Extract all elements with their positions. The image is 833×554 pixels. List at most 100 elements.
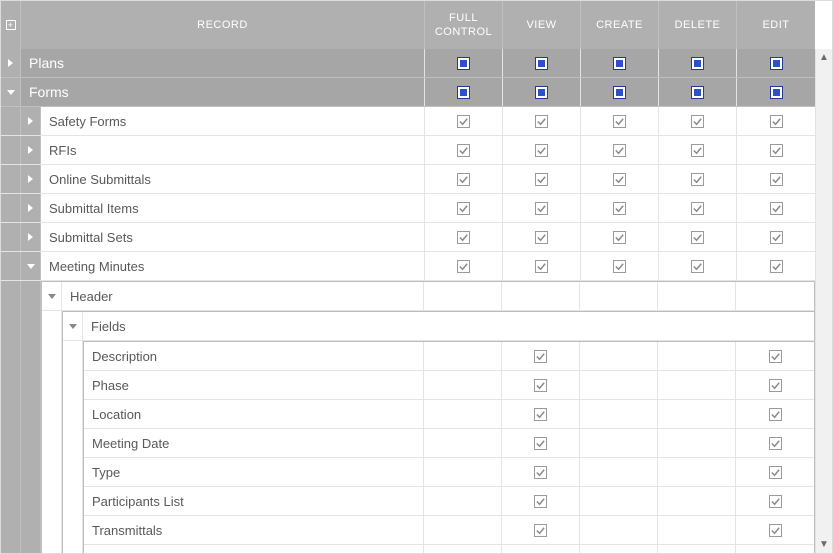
perm-create[interactable] — [580, 400, 658, 428]
perm-edit[interactable] — [736, 458, 814, 486]
perm-view[interactable] — [503, 49, 581, 77]
perm-delete[interactable] — [659, 252, 737, 280]
perm-create[interactable] — [580, 429, 658, 457]
perm-view[interactable] — [503, 223, 581, 251]
perm-edit[interactable] — [737, 194, 815, 222]
perm-edit[interactable] — [737, 49, 815, 77]
perm-full-control[interactable] — [425, 78, 503, 106]
perm-create[interactable] — [581, 194, 659, 222]
perm-create[interactable] — [580, 516, 658, 544]
perm-delete[interactable] — [658, 400, 736, 428]
perm-view[interactable] — [503, 78, 581, 106]
field-row[interactable]: Transmittals — [84, 516, 814, 545]
perm-edit[interactable] — [736, 282, 814, 310]
perm-full-control[interactable] — [424, 400, 502, 428]
perm-delete[interactable] — [658, 282, 736, 310]
perm-full-control[interactable] — [425, 194, 503, 222]
perm-edit[interactable] — [736, 487, 814, 515]
field-row[interactable]: Location — [84, 400, 814, 429]
perm-full-control[interactable] — [424, 282, 502, 310]
perm-view[interactable] — [503, 252, 581, 280]
header-record[interactable]: RECORD — [21, 1, 425, 49]
perm-full-control[interactable] — [425, 165, 503, 193]
table-row[interactable]: Meeting Minutes — [1, 252, 815, 281]
perm-edit[interactable] — [737, 165, 815, 193]
perm-create[interactable] — [581, 49, 659, 77]
perm-full-control[interactable] — [424, 545, 502, 553]
perm-full-control[interactable] — [424, 516, 502, 544]
perm-full-control[interactable] — [425, 252, 503, 280]
field-row[interactable]: Phase — [84, 371, 814, 400]
field-row[interactable]: Meeting Date — [84, 429, 814, 458]
scroll-up-arrow-icon[interactable]: ▲ — [816, 49, 832, 66]
perm-edit[interactable] — [736, 429, 814, 457]
perm-create[interactable] — [580, 282, 658, 310]
perm-full-control[interactable] — [425, 223, 503, 251]
perm-full-control[interactable] — [424, 458, 502, 486]
table-row[interactable]: Safety Forms — [1, 107, 815, 136]
field-row[interactable]: Participants List — [84, 487, 814, 516]
expand-toggle[interactable] — [21, 252, 41, 280]
perm-create[interactable] — [581, 78, 659, 106]
perm-full-control[interactable] — [425, 136, 503, 164]
section-row-fields[interactable]: Fields — [63, 312, 814, 341]
perm-full-control[interactable] — [425, 49, 503, 77]
perm-delete[interactable] — [658, 516, 736, 544]
perm-view[interactable] — [503, 194, 581, 222]
header-delete[interactable]: DELETE — [659, 1, 737, 49]
perm-view[interactable] — [502, 429, 580, 457]
perm-full-control[interactable] — [424, 371, 502, 399]
vertical-scrollbar[interactable]: ▲ ▼ — [815, 49, 832, 553]
perm-full-control[interactable] — [424, 342, 502, 370]
perm-delete[interactable] — [659, 107, 737, 135]
scroll-down-arrow-icon[interactable]: ▼ — [816, 536, 832, 553]
perm-edit[interactable] — [737, 223, 815, 251]
perm-full-control[interactable] — [424, 487, 502, 515]
perm-create[interactable] — [581, 165, 659, 193]
header-edit[interactable]: EDIT — [737, 1, 815, 49]
perm-edit[interactable] — [736, 342, 814, 370]
perm-edit[interactable] — [737, 136, 815, 164]
perm-view[interactable] — [502, 342, 580, 370]
table-row[interactable]: RFIs — [1, 136, 815, 165]
perm-create[interactable] — [581, 252, 659, 280]
field-row[interactable]: Next Meeting Section — [84, 545, 814, 553]
header-create[interactable]: CREATE — [581, 1, 659, 49]
table-row[interactable]: Submittal Items — [1, 194, 815, 223]
perm-edit[interactable] — [737, 252, 815, 280]
perm-delete[interactable] — [658, 545, 736, 553]
group-row-forms[interactable]: Forms — [1, 78, 815, 107]
expand-toggle[interactable] — [21, 223, 41, 251]
perm-view[interactable] — [503, 165, 581, 193]
header-full-control[interactable]: FULL CONTROL — [425, 1, 503, 49]
perm-edit[interactable] — [737, 107, 815, 135]
perm-view[interactable] — [503, 136, 581, 164]
perm-create[interactable] — [580, 458, 658, 486]
perm-create[interactable] — [580, 545, 658, 553]
perm-create[interactable] — [581, 136, 659, 164]
perm-delete[interactable] — [659, 165, 737, 193]
field-row[interactable]: Type — [84, 458, 814, 487]
perm-edit[interactable] — [736, 516, 814, 544]
expand-toggle-header[interactable] — [42, 282, 62, 310]
perm-delete[interactable] — [658, 429, 736, 457]
group-row-plans[interactable]: Plans — [1, 49, 815, 78]
table-row[interactable]: Submittal Sets — [1, 223, 815, 252]
perm-view[interactable] — [502, 282, 580, 310]
perm-delete[interactable] — [658, 458, 736, 486]
perm-full-control[interactable] — [424, 429, 502, 457]
perm-delete[interactable] — [659, 223, 737, 251]
perm-view[interactable] — [502, 371, 580, 399]
perm-delete[interactable] — [659, 49, 737, 77]
perm-delete[interactable] — [659, 78, 737, 106]
expand-toggle[interactable] — [21, 165, 41, 193]
expand-toggle-fields[interactable] — [63, 312, 83, 340]
expand-toggle[interactable] — [21, 107, 41, 135]
perm-delete[interactable] — [659, 194, 737, 222]
expand-toggle-forms[interactable] — [1, 78, 21, 106]
perm-edit[interactable] — [736, 400, 814, 428]
perm-create[interactable] — [581, 223, 659, 251]
perm-view[interactable] — [502, 458, 580, 486]
perm-create[interactable] — [581, 107, 659, 135]
expand-toggle[interactable] — [21, 136, 41, 164]
